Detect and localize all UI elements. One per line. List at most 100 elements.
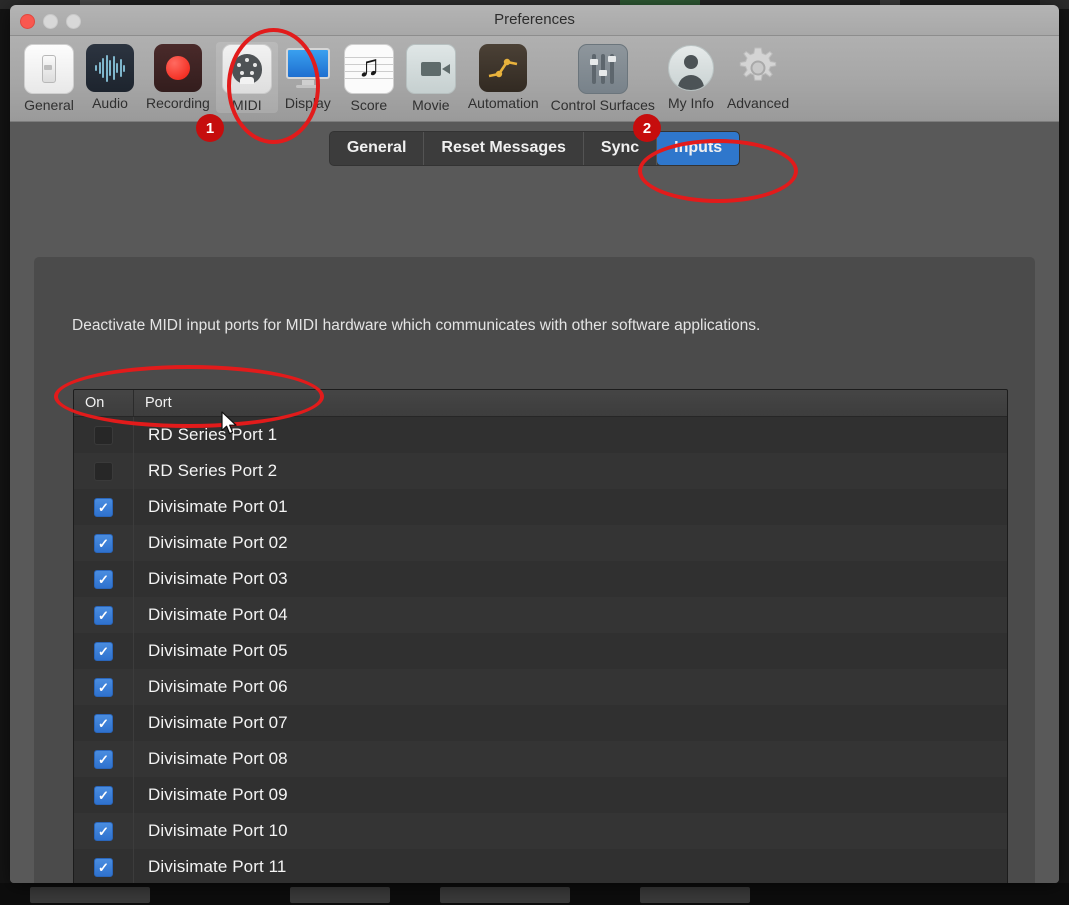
toolbar-item-automation[interactable]: Automation [462,42,545,111]
checkmark-icon: ✓ [98,715,109,731]
table-row[interactable]: ✓ Divisimate Port 06 [74,669,1007,705]
cell-on: ✓ [74,597,134,633]
column-header-on[interactable]: On [74,390,134,416]
checkmark-icon: ✓ [98,787,109,803]
table-header-row: On Port [74,390,1007,417]
table-row[interactable]: ✓ Divisimate Port 09 [74,777,1007,813]
toolbar-label: Automation [467,95,539,111]
cell-port-name: RD Series Port 2 [148,461,278,480]
cell-port-name: Divisimate Port 02 [148,533,288,552]
table-row[interactable]: ✓ Divisimate Port 11 [74,849,1007,883]
preferences-tabbar: General Reset Messages Sync Inputs [328,130,741,166]
cell-port-name: Divisimate Port 03 [148,569,288,588]
general-icon [24,44,74,94]
cell-on: ✓ [74,777,134,813]
toolbar-item-general[interactable]: General [18,42,80,113]
table-row[interactable]: ✓ Divisimate Port 02 [74,525,1007,561]
column-header-port[interactable]: Port [134,390,1007,416]
background-chip [290,887,390,903]
zoom-button[interactable] [66,14,81,29]
port-enable-checkbox[interactable]: ✓ [94,713,113,733]
cell-port-name: Divisimate Port 10 [148,821,288,840]
port-enable-checkbox[interactable]: ✓ [94,677,113,697]
checkmark-icon: ✓ [98,859,109,875]
annotation-badge-1: 1 [196,114,224,142]
checkmark-icon: ✓ [98,823,109,839]
cell-on: ✓ [74,561,134,597]
table-row[interactable]: ✓ RD Series Port 1 [74,417,1007,453]
background-app-bottom-strip [0,883,1069,905]
traffic-light-group [20,14,81,29]
automation-curve-icon [479,44,528,92]
port-enable-checkbox[interactable]: ✓ [94,533,113,553]
toolbar-item-movie[interactable]: Movie [400,42,462,113]
table-row[interactable]: ✓ Divisimate Port 03 [74,561,1007,597]
cell-on: ✓ [74,633,134,669]
port-enable-checkbox[interactable]: ✓ [94,461,113,481]
window-titlebar: Preferences [10,5,1059,36]
window-content-area: General Reset Messages Sync Inputs Deact… [10,122,1059,883]
checkmark-icon: ✓ [98,535,109,551]
music-note-icon: ♫ [343,44,394,94]
toolbar-label: Score [350,97,388,113]
gear-icon [734,44,782,92]
background-chip [640,887,750,903]
annotation-badge-2: 2 [633,114,661,142]
table-row[interactable]: ✓ Divisimate Port 08 [74,741,1007,777]
toolbar-item-display[interactable]: Display [278,42,338,111]
audio-waveform-icon [86,44,134,92]
faders-icon [577,44,628,94]
close-button[interactable] [20,14,35,29]
cell-port-name: Divisimate Port 09 [148,785,288,804]
cell-port-name: Divisimate Port 06 [148,677,288,696]
table-row[interactable]: ✓ Divisimate Port 10 [74,813,1007,849]
port-enable-checkbox[interactable]: ✓ [94,425,113,445]
port-enable-checkbox[interactable]: ✓ [94,641,113,661]
table-row[interactable]: ✓ RD Series Port 2 [74,453,1007,489]
port-enable-checkbox[interactable]: ✓ [94,749,113,769]
table-row[interactable]: ✓ Divisimate Port 04 [74,597,1007,633]
table-body: ✓ RD Series Port 1 ✓ RD Series Port 2 ✓ Divis… [74,417,1007,883]
toolbar-item-audio[interactable]: Audio [80,42,140,111]
toolbar-label: Recording [146,95,210,111]
cell-port-name: Divisimate Port 11 [148,857,287,876]
toolbar-item-my-info[interactable]: My Info [661,42,721,111]
port-enable-checkbox[interactable]: ✓ [94,497,113,517]
tab-inputs[interactable]: Inputs [657,131,740,165]
checkmark-icon: ✓ [98,679,109,695]
port-enable-checkbox[interactable]: ✓ [94,785,113,805]
table-row[interactable]: ✓ Divisimate Port 01 [74,489,1007,525]
tab-general[interactable]: General [329,131,425,165]
person-avatar-icon [667,44,715,92]
window-title: Preferences [494,11,575,28]
port-enable-checkbox[interactable]: ✓ [94,569,113,589]
checkmark-icon: ✓ [98,571,109,587]
toolbar-item-midi[interactable]: MIDI [215,42,278,113]
table-row[interactable]: ✓ Divisimate Port 07 [74,705,1007,741]
cell-port-name: Divisimate Port 08 [148,749,288,768]
toolbar-item-recording[interactable]: Recording [140,42,216,111]
cell-port-name: RD Series Port 1 [148,425,278,444]
table-row[interactable]: ✓ Divisimate Port 05 [74,633,1007,669]
cell-on: ✓ [74,417,134,453]
port-enable-checkbox[interactable]: ✓ [94,605,113,625]
toolbar-label: Display [284,95,331,111]
cell-on: ✓ [74,525,134,561]
tab-reset-messages[interactable]: Reset Messages [424,131,584,165]
toolbar-label: General [24,97,74,113]
preferences-toolbar: General Audio Recording MIDI Display ♫ S… [10,36,1059,122]
port-enable-checkbox[interactable]: ✓ [94,857,113,877]
panel-description: Deactivate MIDI input ports for MIDI har… [72,317,761,334]
cell-port-name: Divisimate Port 07 [148,713,288,732]
background-chip [30,887,150,903]
toolbar-item-advanced[interactable]: Advanced [721,42,795,111]
minimize-button[interactable] [43,14,58,29]
toolbar-label: Control Surfaces [550,97,655,113]
toolbar-item-control-surfaces[interactable]: Control Surfaces [545,42,661,113]
checkmark-icon: ✓ [98,607,109,623]
checkmark-icon: ✓ [98,643,109,659]
toolbar-item-score[interactable]: ♫ Score [338,42,400,113]
port-enable-checkbox[interactable]: ✓ [94,821,113,841]
background-chip [440,887,570,903]
tabbar-row: General Reset Messages Sync Inputs [10,122,1059,174]
